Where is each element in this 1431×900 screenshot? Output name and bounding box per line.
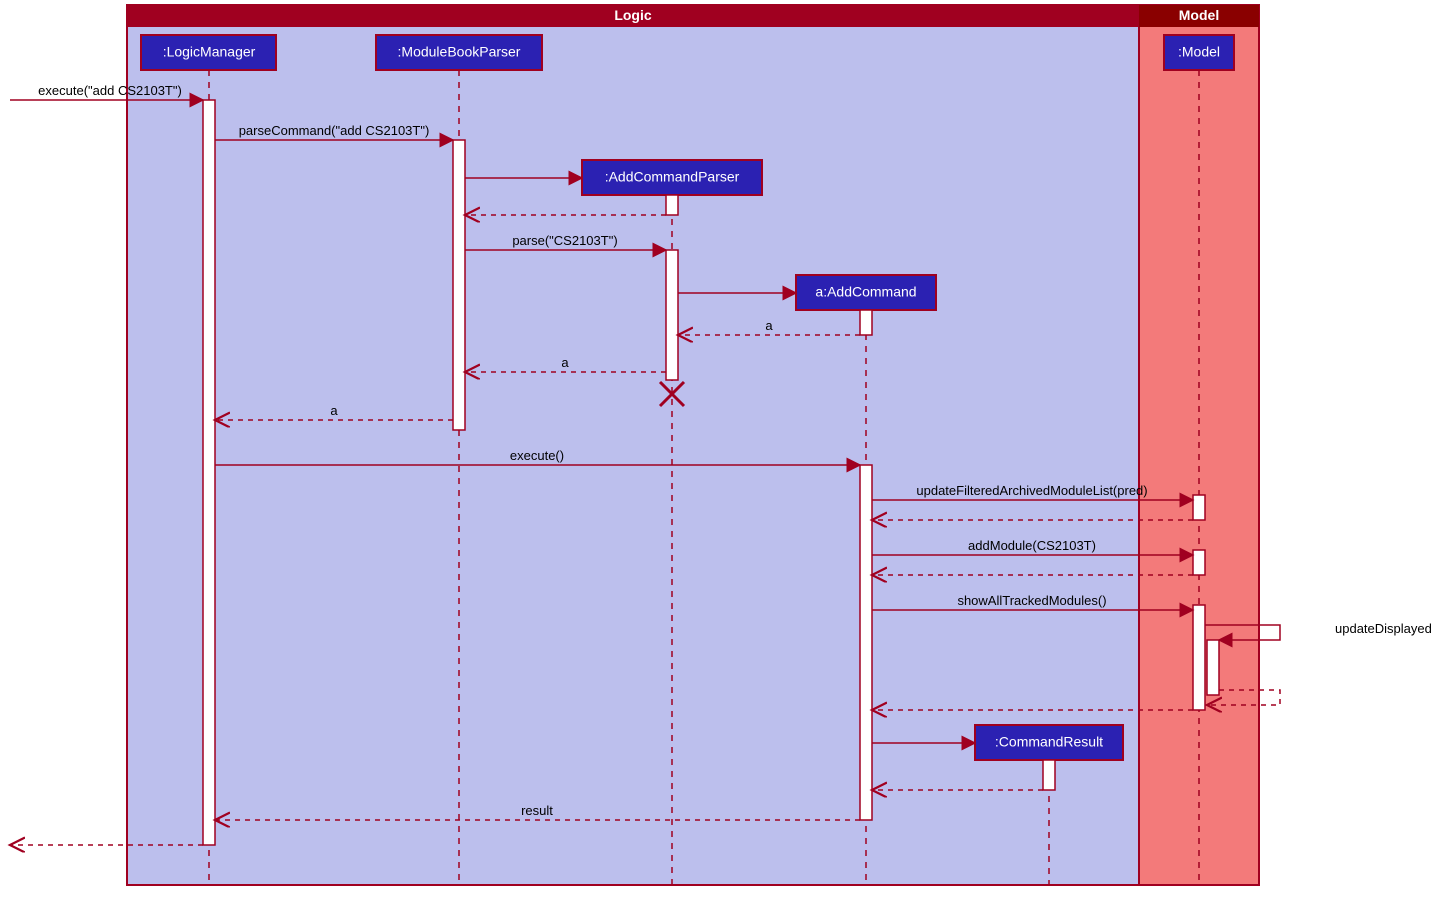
- lbl-updatefiltered: updateFilteredArchivedModuleList(pred): [916, 483, 1147, 498]
- activation-model-2: [1193, 550, 1205, 575]
- activation-addcommand-parser-parse: [666, 250, 678, 380]
- frame-model-title: Model: [1179, 7, 1219, 23]
- activation-modulebook-parser: [453, 140, 465, 430]
- activation-addcommand-execute: [860, 465, 872, 820]
- label-addcommand: a:AddCommand: [815, 284, 916, 300]
- lbl-parse: parse("CS2103T"): [512, 233, 617, 248]
- lbl-ret-a2: a: [561, 355, 569, 370]
- lbl-result: result: [521, 803, 553, 818]
- lbl-addmodule: addModule(CS2103T): [968, 538, 1096, 553]
- label-model: :Model: [1178, 44, 1220, 60]
- label-modulebook-parser: :ModuleBookParser: [398, 44, 521, 60]
- frame-logic-title: Logic: [614, 7, 652, 23]
- lbl-parsecommand: parseCommand("add CS2103T"): [239, 123, 430, 138]
- activation-model-3: [1193, 605, 1205, 710]
- activation-addcommand-parser-create: [666, 195, 678, 215]
- activation-model-1: [1193, 495, 1205, 520]
- activation-addcommand-create: [860, 310, 872, 335]
- label-addcommand-parser: :AddCommandParser: [605, 169, 740, 185]
- lbl-showall: showAllTrackedModules(): [957, 593, 1106, 608]
- activation-logic-manager: [203, 100, 215, 845]
- label-logic-manager: :LogicManager: [163, 44, 256, 60]
- lbl-ret-a1: a: [765, 318, 773, 333]
- lbl-execute-in: execute("add CS2103T"): [38, 83, 182, 98]
- activation-model-3-inner: [1207, 640, 1219, 695]
- lbl-updatedisplayed: updateDisplayedList(): [1335, 621, 1431, 636]
- activation-commandresult: [1043, 760, 1055, 790]
- sequence-diagram: Logic Model :LogicManager :ModuleBookPar…: [0, 0, 1431, 900]
- lbl-ret-a3: a: [330, 403, 338, 418]
- lbl-execute2: execute(): [510, 448, 564, 463]
- label-commandresult: :CommandResult: [995, 734, 1103, 750]
